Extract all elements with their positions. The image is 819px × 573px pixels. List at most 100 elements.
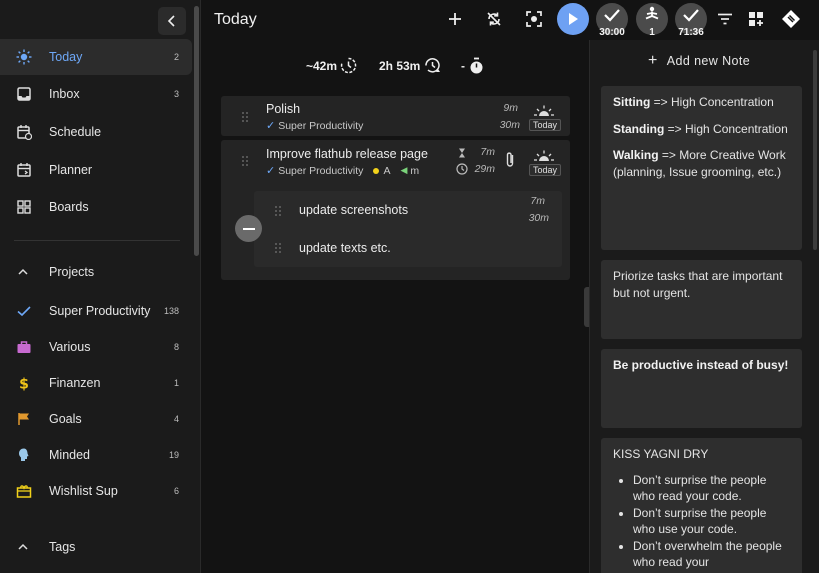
work-timer-time: 71:36 bbox=[678, 27, 704, 38]
sidebar-item-count: 4 bbox=[173, 414, 179, 424]
plus-icon: + bbox=[648, 52, 658, 69]
subtask-item[interactable]: update texts etc. bbox=[254, 229, 562, 267]
sidebar-item-count: 2 bbox=[173, 52, 179, 62]
note-text: => High Concentration bbox=[650, 95, 774, 109]
check-icon: ✓ bbox=[266, 120, 276, 132]
note-list-item: Don’t overwhelm the people who read your bbox=[633, 538, 790, 571]
task-item[interactable]: Improve flathub release page ✓ Super Pro… bbox=[221, 140, 570, 280]
center-focus-icon bbox=[526, 11, 542, 27]
inbox-icon bbox=[17, 87, 31, 101]
tag-dot bbox=[373, 167, 380, 174]
note-diamond-icon bbox=[782, 10, 800, 28]
clock-remaining-icon bbox=[340, 57, 357, 74]
sync-off-button[interactable] bbox=[481, 6, 507, 32]
tag-a-label[interactable]: A bbox=[383, 165, 390, 177]
sidebar-item-label: Various bbox=[49, 340, 91, 354]
subtask-list: update screenshots 7m 30m update texts e… bbox=[254, 191, 562, 267]
briefcase-icon bbox=[17, 341, 31, 353]
play-icon bbox=[569, 13, 578, 25]
task-title[interactable]: Polish bbox=[266, 102, 300, 116]
task-time-spent: 30m bbox=[499, 119, 520, 131]
sidebar-item-count: 3 bbox=[173, 89, 179, 99]
play-tracking-button[interactable] bbox=[557, 3, 589, 35]
add-widget-button[interactable] bbox=[743, 6, 769, 32]
sidebar-item-count: 138 bbox=[163, 306, 179, 316]
note-text: Standing bbox=[613, 121, 665, 136]
subtask-estimate: 7m bbox=[530, 195, 545, 207]
task-project[interactable]: ✓ Super Productivity A ◀ m bbox=[266, 164, 419, 178]
task-item[interactable]: Polish ✓ Super Productivity 9m 30m Today bbox=[221, 96, 570, 136]
sidebar-project-goals[interactable]: Goals 4 bbox=[0, 401, 192, 437]
tag-m-label[interactable]: m bbox=[410, 165, 419, 177]
note-card[interactable]: KISS YAGNI DRY Don’t surprise the people… bbox=[601, 438, 802, 573]
check-icon bbox=[604, 9, 620, 22]
chevron-up-icon bbox=[18, 543, 28, 550]
sidebar-item-label: Planner bbox=[49, 163, 93, 177]
drag-handle-icon[interactable] bbox=[274, 242, 282, 254]
check-icon bbox=[17, 306, 31, 317]
meditation-icon bbox=[645, 6, 659, 20]
projects-section-toggle[interactable]: Projects bbox=[0, 257, 192, 287]
task-estimate: 7m bbox=[480, 146, 495, 158]
notes-scrollbar[interactable] bbox=[813, 50, 817, 250]
task-project-label: Super Productivity bbox=[278, 164, 364, 177]
time-worked: 2h 53m bbox=[379, 57, 443, 74]
work-timer-button[interactable]: 71:36 bbox=[675, 3, 707, 38]
sidebar-project-super-productivity[interactable]: Super Productivity 138 bbox=[0, 293, 192, 329]
focus-mode-button[interactable] bbox=[521, 6, 547, 32]
subtask-title[interactable]: update texts etc. bbox=[299, 241, 391, 255]
drag-handle-icon[interactable] bbox=[241, 155, 249, 167]
dollar-icon: $ bbox=[19, 377, 29, 392]
pomodoro-timer-button[interactable]: 30:00 bbox=[596, 3, 628, 38]
add-task-button[interactable] bbox=[442, 6, 468, 32]
subtask-item[interactable]: update screenshots 7m 30m bbox=[254, 191, 562, 229]
task-project[interactable]: ✓ Super Productivity bbox=[266, 119, 363, 133]
note-card[interactable]: Priorize tasks that are important but no… bbox=[601, 260, 802, 339]
today-badge[interactable]: Today bbox=[529, 164, 561, 176]
sidebar-item-label: Today bbox=[49, 50, 83, 64]
planner-icon bbox=[17, 163, 31, 177]
today-badge[interactable]: Today bbox=[529, 119, 561, 131]
note-list-item: Don’t surprise the people who read your … bbox=[633, 472, 790, 505]
chevron-up-icon bbox=[18, 268, 28, 275]
task-title[interactable]: Improve flathub release page bbox=[266, 147, 428, 161]
notes-toggle-button[interactable] bbox=[778, 6, 804, 32]
sidebar-item-label: Finanzen bbox=[49, 376, 101, 390]
sidebar-project-finanzen[interactable]: $ Finanzen 1 bbox=[0, 365, 192, 401]
sidebar-item-schedule[interactable]: Schedule bbox=[0, 114, 192, 150]
sidebar-project-wishlist-sup[interactable]: Wishlist Sup 6 bbox=[0, 473, 192, 509]
note-card[interactable]: Sitting => High Concentration Standing =… bbox=[601, 86, 802, 250]
subtask-title[interactable]: update screenshots bbox=[299, 203, 408, 217]
task-time-spent: 29m bbox=[474, 163, 495, 175]
sidebar-item-label: Wishlist Sup bbox=[49, 484, 118, 498]
add-note-button[interactable]: + Add new Note bbox=[648, 52, 750, 69]
sidebar-item-inbox[interactable]: Inbox 3 bbox=[0, 76, 192, 112]
sidebar-item-planner[interactable]: Planner bbox=[0, 152, 192, 188]
filter-button[interactable] bbox=[712, 6, 738, 32]
drag-handle-icon[interactable] bbox=[241, 111, 249, 123]
sidebar-item-label: Schedule bbox=[49, 125, 102, 139]
note-text: Sitting bbox=[613, 95, 651, 109]
sidebar-item-today[interactable]: Today 2 bbox=[0, 39, 192, 75]
check-icon: ✓ bbox=[266, 165, 276, 177]
attachment-icon[interactable] bbox=[505, 151, 515, 169]
check-icon bbox=[683, 9, 699, 22]
focus-session-count: 1 bbox=[649, 27, 655, 38]
collapse-subtasks-button[interactable] bbox=[235, 215, 262, 242]
sidebar-scrollbar[interactable] bbox=[194, 6, 199, 256]
sidebar-project-minded[interactable]: Minded 19 bbox=[0, 437, 192, 473]
subtask-time-spent: 30m bbox=[528, 212, 549, 224]
sidebar-item-count: 19 bbox=[168, 450, 179, 460]
sidebar-project-various[interactable]: Various 8 bbox=[0, 329, 192, 365]
note-text: => High Concentration bbox=[664, 121, 788, 136]
clock-icon bbox=[456, 163, 468, 175]
focus-session-button[interactable]: 1 bbox=[636, 3, 668, 38]
drag-handle-icon[interactable] bbox=[274, 205, 282, 217]
note-card[interactable]: Be productive instead of busy! bbox=[601, 349, 802, 428]
page-title: Today bbox=[214, 11, 257, 28]
collapse-sidebar-button[interactable] bbox=[158, 7, 186, 35]
tags-section-toggle[interactable]: Tags bbox=[0, 532, 192, 562]
gift-icon bbox=[16, 485, 32, 498]
sidebar-item-boards[interactable]: Boards bbox=[0, 189, 192, 225]
sidebar-item-label: Inbox bbox=[49, 87, 80, 101]
